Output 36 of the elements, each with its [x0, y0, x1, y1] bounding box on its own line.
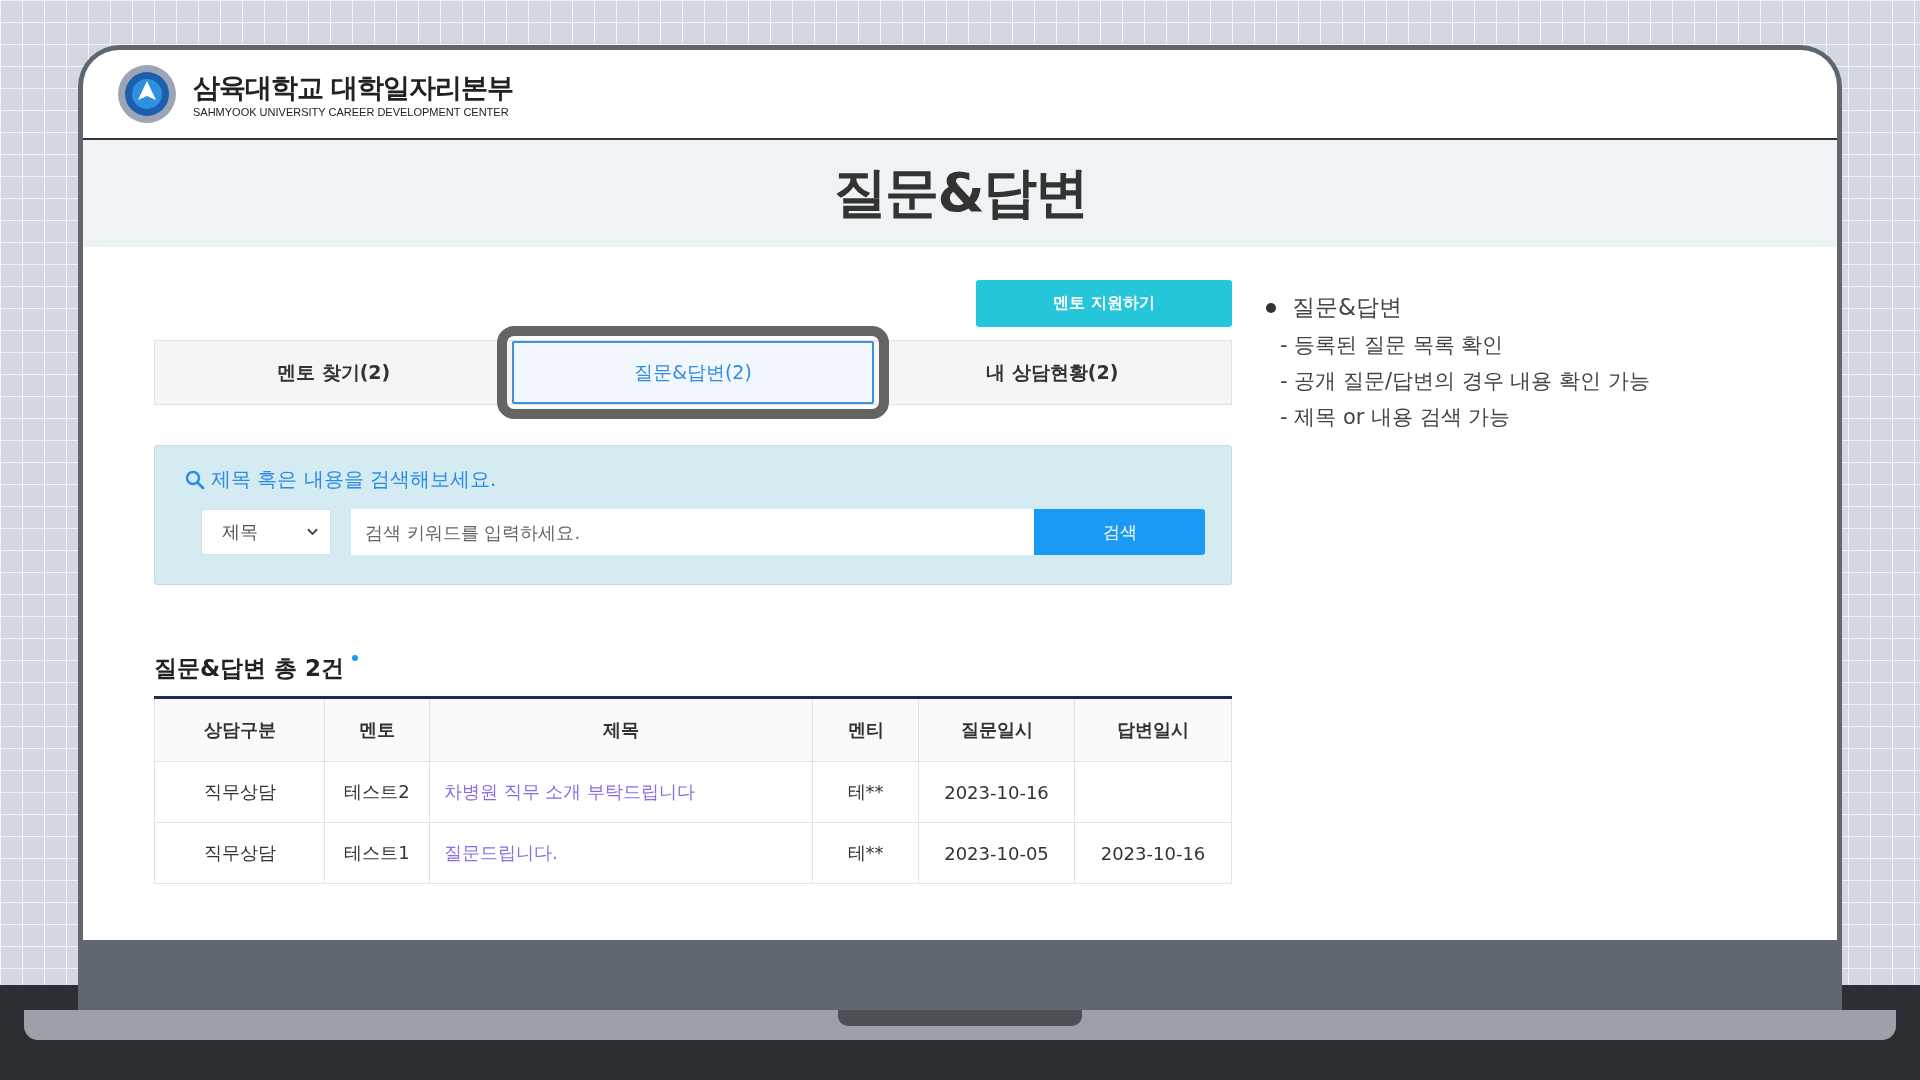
- filter-dropdown[interactable]: 제목: [201, 509, 331, 555]
- site-title: 삼육대학교 대학일자리본부: [193, 71, 514, 105]
- search-field[interactable]: 검색 키워드를 입력하세요.: [351, 509, 1034, 555]
- table-cell: 2023-10-16: [1100, 842, 1206, 864]
- column-header: 멘토: [324, 697, 430, 762]
- note-line: - 등록된 질문 목록 확인: [1280, 332, 1505, 359]
- column-header: 멘티: [812, 697, 919, 762]
- column-header: 상담구분: [154, 697, 325, 762]
- bullet-icon: [1266, 302, 1276, 313]
- table-cell: 테**: [847, 842, 884, 863]
- search-button[interactable]: 검색: [1034, 509, 1205, 555]
- tab[interactable]: 멘토 찾기(2): [155, 341, 513, 404]
- apply-mentor-button[interactable]: 멘토 지원하기: [976, 280, 1232, 327]
- column-header: 답변일시: [1074, 697, 1232, 762]
- table-cell: 직무상담: [203, 781, 276, 802]
- search-icon: [185, 469, 205, 490]
- table-cell: 테**: [847, 781, 884, 802]
- university-logo-icon: [117, 64, 177, 124]
- table-cell: 테스트2: [344, 781, 410, 802]
- site-subtitle: SAHMYOOK UNIVERSITY CAREER DEVELOPMENT CENTER: [193, 106, 510, 118]
- table-cell: 2023-10-05: [944, 842, 1049, 864]
- table-cell: 2023-10-16: [944, 781, 1049, 803]
- question-link[interactable]: 질문드립니다.: [444, 842, 558, 863]
- table-cell: 직무상담: [203, 842, 276, 863]
- list-heading: 질문&답변 총 2건: [154, 654, 345, 683]
- column-header: 제목: [429, 697, 813, 762]
- note-line: - 공개 질문/답변의 경우 내용 확인 가능: [1280, 368, 1650, 395]
- table-cell: 테스트1: [344, 842, 410, 863]
- note-line: - 제목 or 내용 검색 가능: [1280, 404, 1512, 431]
- note-title: 질문&답변: [1292, 293, 1402, 322]
- column-header: 질문일시: [918, 697, 1075, 762]
- search-prompt: 제목 혹은 내용을 검색해보세요.: [211, 466, 497, 493]
- dot-icon: [352, 655, 359, 661]
- tab[interactable]: 내 상담현황(2): [873, 341, 1231, 404]
- chevron-down-icon: [307, 528, 318, 536]
- page-title: 질문&답변: [833, 160, 1087, 226]
